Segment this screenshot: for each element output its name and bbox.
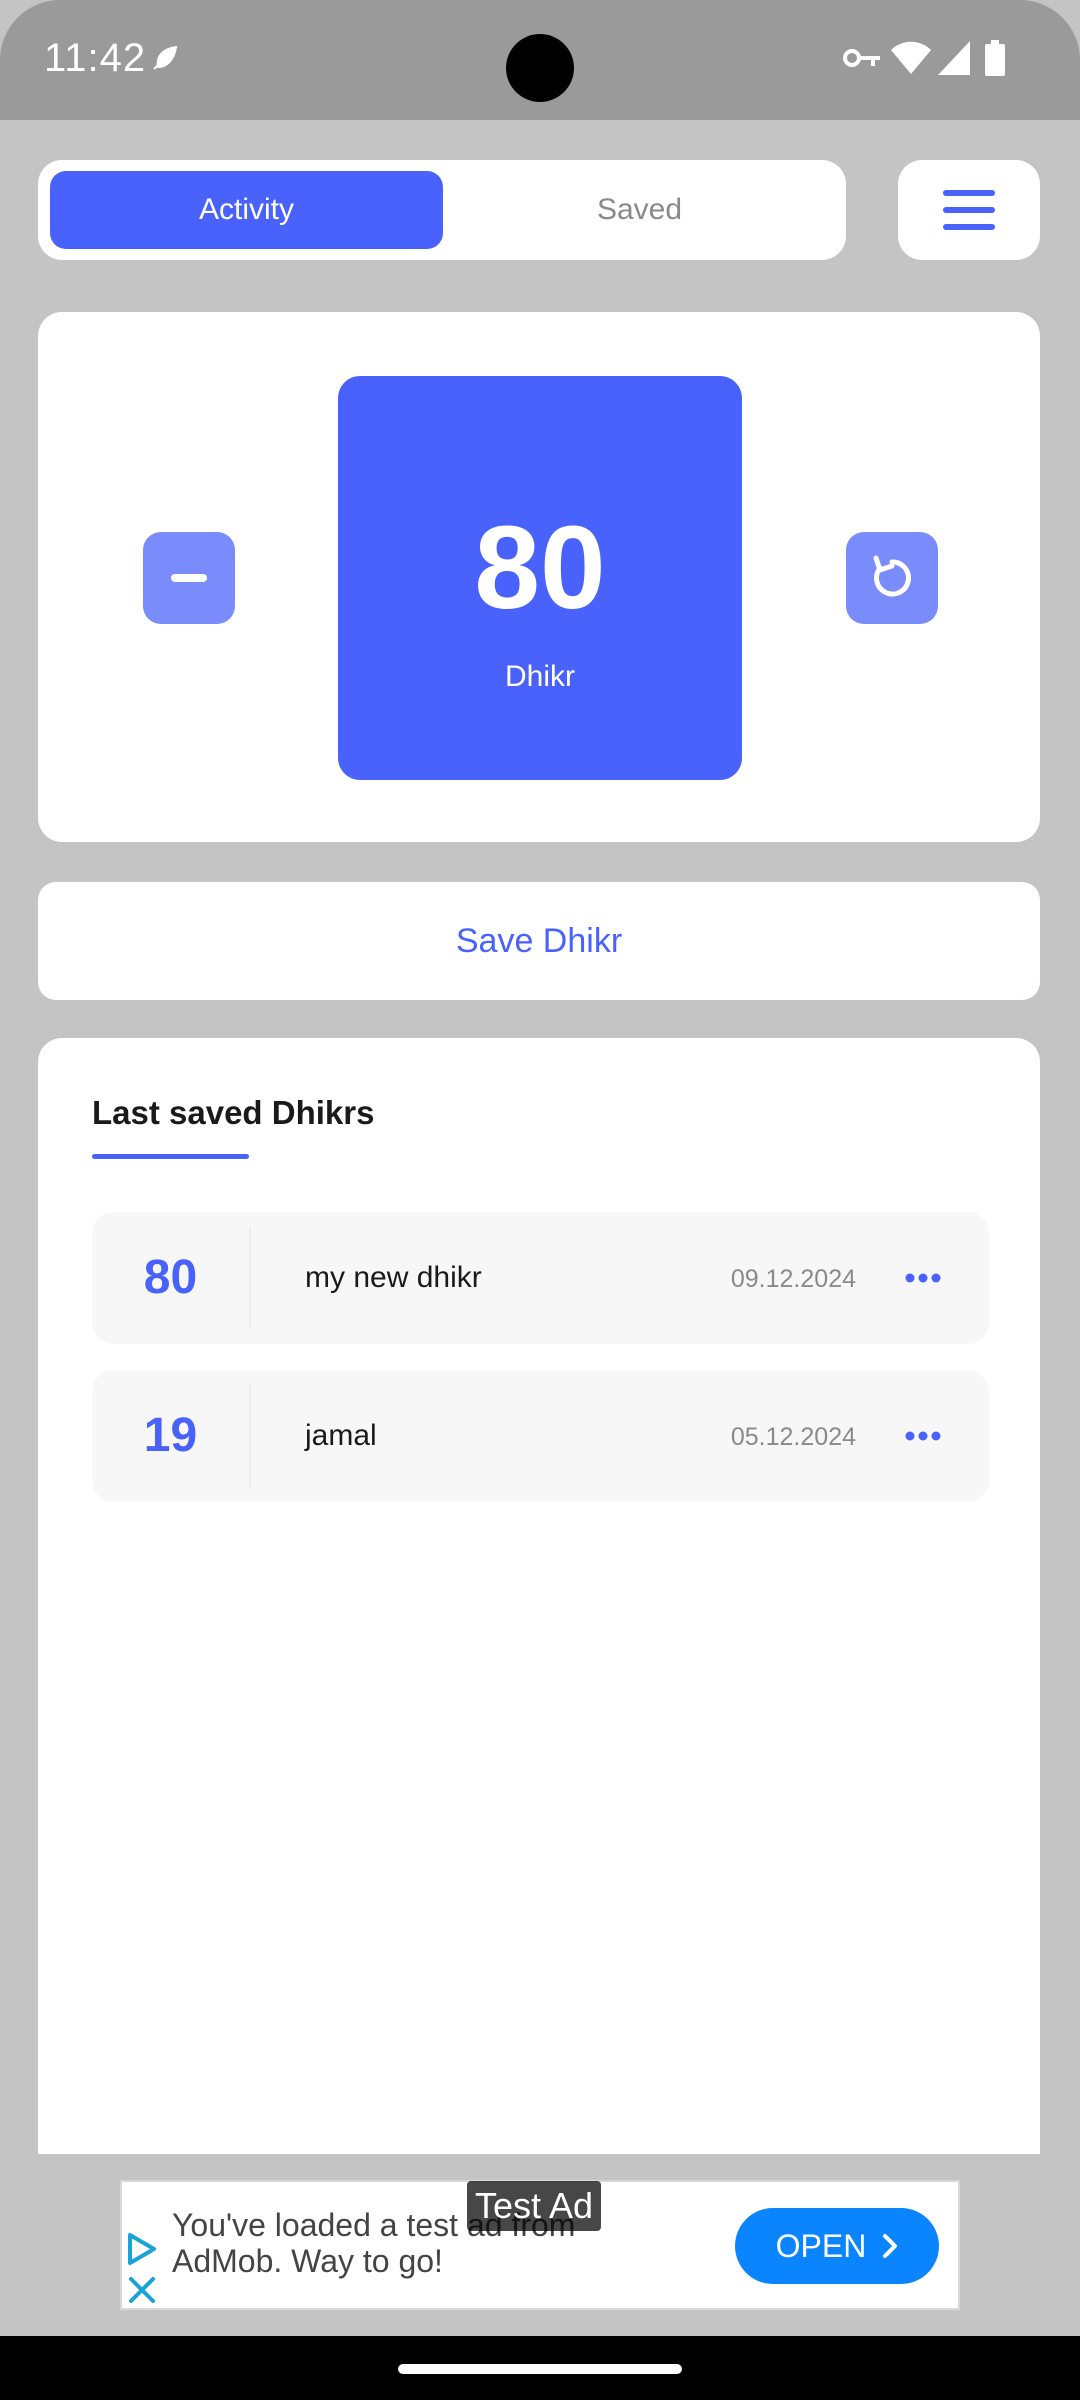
more-options-button[interactable] bbox=[896, 1258, 950, 1298]
list-item-date: 09.12.2024 bbox=[730, 1265, 856, 1293]
signal-icon bbox=[936, 38, 972, 78]
ad-close-icon[interactable] bbox=[126, 2274, 158, 2306]
minus-icon bbox=[171, 574, 207, 582]
menu-button[interactable] bbox=[898, 160, 1040, 260]
counter-value: 80 bbox=[474, 502, 606, 634]
list-item-date: 05.12.2024 bbox=[730, 1423, 856, 1451]
counter-label: Dhikr bbox=[504, 660, 575, 693]
more-options-button[interactable] bbox=[896, 1416, 950, 1456]
status-time: 11:42 bbox=[44, 36, 147, 80]
test-ad-badge: Test Ad bbox=[467, 2181, 602, 2231]
home-gesture-handle[interactable] bbox=[398, 2364, 682, 2374]
chevron-right-icon bbox=[883, 2234, 898, 2258]
list-item-count: 80 bbox=[143, 1251, 198, 1304]
leaf-icon bbox=[148, 38, 182, 78]
decrement-button[interactable] bbox=[143, 532, 235, 624]
list-item-name: jamal bbox=[305, 1419, 377, 1452]
more-dots-icon bbox=[905, 1273, 941, 1283]
hamburger-menu-icon bbox=[943, 190, 995, 230]
ad-open-label: OPEN bbox=[775, 2227, 867, 2264]
wifi-icon bbox=[890, 38, 932, 78]
reset-icon bbox=[873, 555, 911, 597]
battery-icon bbox=[982, 38, 1008, 78]
list-item-divider bbox=[249, 1385, 251, 1487]
last-saved-title: Last saved Dhikrs bbox=[92, 1094, 375, 1131]
ad-play-icon bbox=[126, 2231, 158, 2267]
tab-saved[interactable]: Saved bbox=[443, 171, 836, 249]
ad-open-button[interactable]: OPEN bbox=[735, 2208, 939, 2284]
title-underline bbox=[92, 1154, 249, 1159]
list-item-divider bbox=[249, 1227, 251, 1329]
list-item-count: 19 bbox=[143, 1409, 198, 1462]
reset-button[interactable] bbox=[846, 532, 938, 624]
save-dhikr-button[interactable]: Save Dhikr bbox=[38, 882, 1040, 1000]
more-dots-icon bbox=[905, 1431, 941, 1441]
camera-cutout bbox=[506, 34, 574, 102]
tab-activity[interactable]: Activity bbox=[50, 171, 443, 249]
ad-text-line2: AdMob. Way to go! bbox=[172, 2243, 443, 2279]
last-saved-card bbox=[38, 1038, 1040, 2154]
key-icon bbox=[842, 38, 882, 78]
list-item-name: my new dhikr bbox=[305, 1261, 482, 1294]
